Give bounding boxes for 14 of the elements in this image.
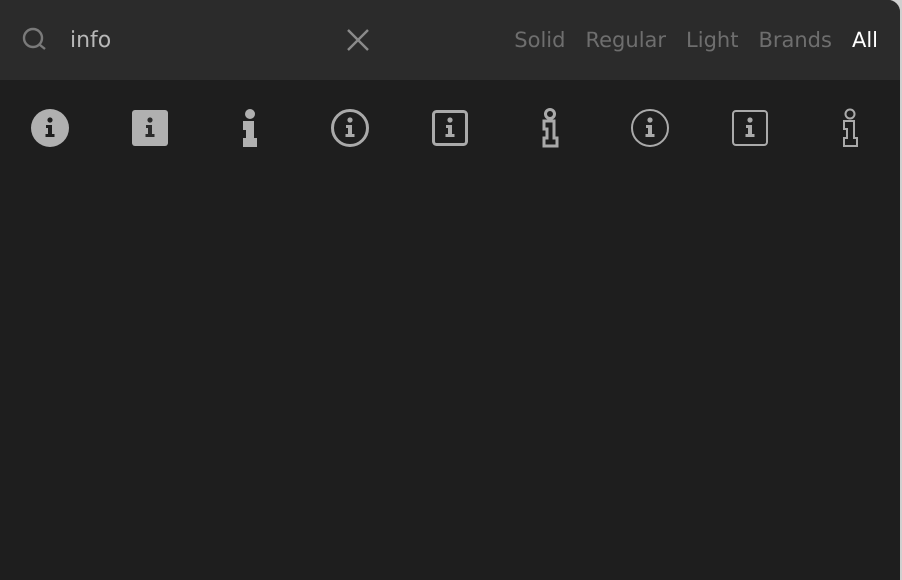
search-icon [22,27,48,53]
style-tab[interactable]: Regular [585,28,666,52]
info-circle-icon[interactable] [630,108,670,148]
info-square-icon[interactable] [730,108,770,148]
info-circle-icon[interactable] [30,108,70,148]
style-tab[interactable]: All [852,28,878,52]
info-square-icon[interactable] [130,108,170,148]
search-field[interactable]: info [70,28,340,52]
style-tab[interactable]: Light [686,28,738,52]
info-circle-icon[interactable] [330,108,370,148]
style-tab[interactable]: Solid [514,28,566,52]
close-icon[interactable] [346,28,370,52]
style-tab[interactable]: Brands [758,28,832,52]
info-square-icon[interactable] [430,108,470,148]
